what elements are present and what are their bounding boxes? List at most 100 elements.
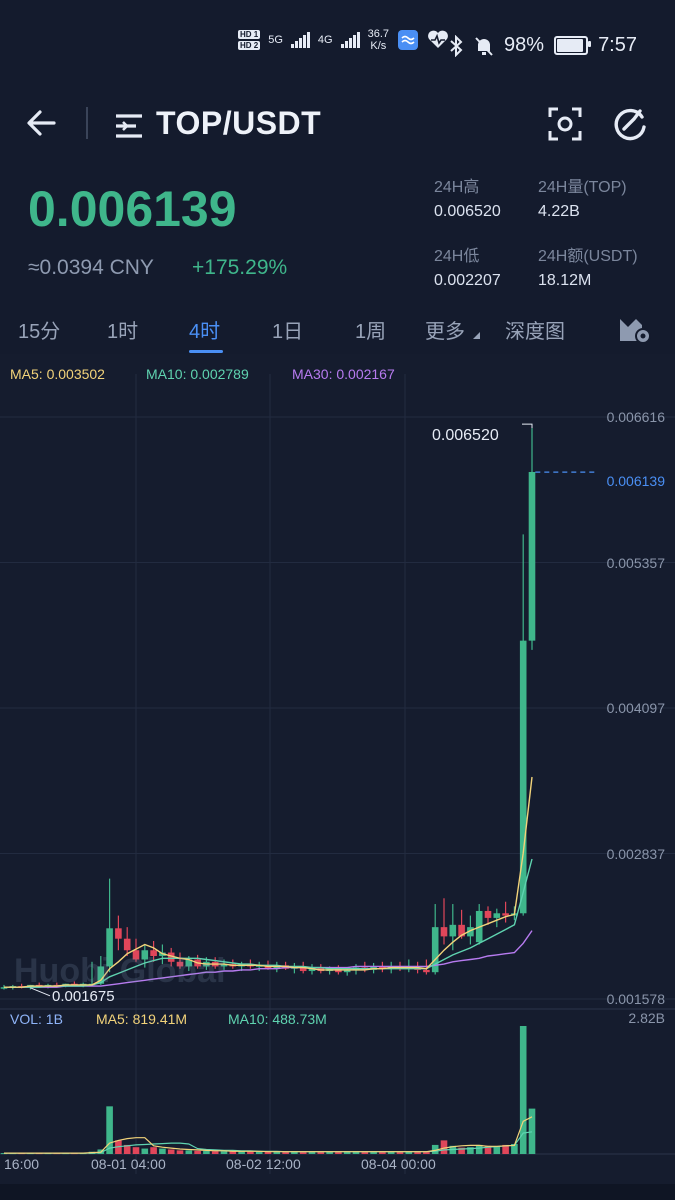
volume-bar — [255, 1151, 263, 1154]
hd-badge: HD 1 HD 2 — [238, 30, 261, 50]
stat-24h-low: 24H低 0.002207 — [434, 242, 501, 290]
volume-bar — [159, 1148, 166, 1154]
battery-percent: 98% — [504, 34, 545, 56]
stat-label: 24H低 — [434, 248, 480, 265]
tab-15m[interactable]: 15分 — [18, 315, 60, 344]
stat-24h-volume: 24H量(TOP) 4.22B — [538, 173, 627, 221]
volume-bar — [150, 1147, 157, 1154]
back-button[interactable] — [24, 105, 64, 145]
active-tab-indicator — [189, 350, 223, 353]
bottom-bar — [0, 1184, 675, 1200]
list-menu-icon — [116, 114, 142, 138]
y-tick-label: 0.004097 — [606, 700, 665, 716]
y-tick-label: 0.002837 — [606, 846, 665, 862]
legend-ma30: MA30: 0.002167 — [292, 366, 395, 382]
stat-label: 24H量(TOP) — [538, 179, 627, 196]
candle-body — [493, 913, 501, 918]
chart-settings-icon — [620, 319, 651, 344]
volume-bar — [220, 1151, 228, 1154]
tab-4h[interactable]: 4时 — [189, 315, 220, 344]
header: TOP/USDT — [0, 95, 675, 155]
bluetooth-icon — [450, 34, 463, 57]
legend-ma5: MA5: 0.003502 — [10, 366, 105, 382]
volume-bar — [203, 1150, 210, 1154]
interval-tabs: 15分 1时 4时 1日 1周 更多 深度图 — [0, 305, 675, 353]
x-tick-label: 16:00 — [4, 1156, 40, 1172]
stat-label: 24H高 — [434, 179, 480, 196]
scan-button[interactable] — [546, 105, 584, 143]
legend-vol-ma5: MA5: 819.41M — [96, 1011, 188, 1027]
triangle-down-icon — [472, 332, 480, 339]
last-price: 0.006139 — [28, 181, 237, 237]
hd2-badge: HD 2 — [238, 41, 261, 50]
legend-vol: VOL: 1B — [10, 1011, 63, 1027]
kline-svg — [0, 374, 675, 1174]
volume-bar — [132, 1147, 140, 1154]
battery-icon — [554, 36, 592, 55]
battery-level-fill — [557, 39, 583, 52]
scan-icon — [548, 107, 582, 141]
candle-body — [440, 927, 448, 937]
candle-body — [449, 924, 457, 937]
volume-bar — [185, 1150, 193, 1154]
volume-max-label: 2.82B — [628, 1010, 665, 1026]
candle-body — [423, 969, 430, 973]
pair-list-button[interactable] — [114, 113, 144, 139]
volume-bar — [141, 1148, 149, 1154]
volume-bar — [475, 1144, 483, 1154]
back-arrow-icon — [27, 110, 56, 136]
legend-ma10: MA10: 0.002789 — [146, 366, 249, 382]
y-tick-label: 0.006616 — [606, 409, 665, 425]
price-change: +175.29% — [192, 256, 288, 279]
stat-value: 4.22B — [538, 203, 580, 220]
status-right: 98% 7:57 — [448, 34, 637, 57]
kline-chart[interactable]: Huobi Global MA5: 0.003502 MA10: 0.00278… — [0, 354, 675, 1200]
stat-value: 0.002207 — [434, 272, 501, 289]
signal1-icon — [290, 32, 310, 48]
sim2-label: 4G — [317, 34, 333, 46]
status-left: HD 1 HD 2 5G 4G 36.7 K/s — [238, 28, 449, 52]
status-bar: HD 1 HD 2 5G 4G 36.7 K/s 98% 7:57 — [0, 0, 675, 95]
price-cny: ≈0.0394 CNY — [28, 256, 154, 279]
high-marker-label: 0.006520 — [432, 427, 499, 444]
candle-body — [528, 471, 536, 641]
volume-ma10-line — [4, 1131, 533, 1154]
x-tick-label: 08-02 12:00 — [226, 1156, 301, 1172]
stat-value: 0.006520 — [434, 203, 501, 220]
volume-bar — [194, 1150, 201, 1154]
candle-body — [115, 928, 122, 939]
stat-label: 24H额(USDT) — [538, 248, 638, 265]
candle-body — [484, 910, 492, 918]
low-marker-label: 0.001675 — [52, 988, 115, 1005]
current-price-label: 0.006139 — [606, 473, 665, 489]
tab-1h[interactable]: 1时 — [107, 315, 138, 344]
sim1-label: 5G — [268, 34, 283, 46]
y-tick-label: 0.005357 — [606, 555, 665, 571]
volume-bar — [106, 1106, 113, 1154]
volume-bar — [493, 1146, 501, 1154]
candle-body — [123, 938, 131, 951]
net-speed-unit: K/s — [370, 40, 387, 52]
x-tick-label: 08-01 04:00 — [91, 1156, 166, 1172]
candle-body — [502, 913, 509, 916]
stat-value: 18.12M — [538, 272, 592, 289]
net-speed-value: 36.7 — [367, 28, 390, 40]
tab-1d[interactable]: 1日 — [272, 315, 303, 344]
volume-bar — [528, 1108, 536, 1154]
chart-settings-button[interactable] — [618, 313, 652, 345]
refresh-button[interactable] — [610, 105, 650, 145]
refresh-icon — [614, 108, 646, 141]
clock: 7:57 — [598, 34, 637, 56]
volume-bar — [167, 1149, 175, 1154]
tab-1w[interactable]: 1周 — [355, 315, 386, 344]
volume-bar — [519, 1026, 527, 1154]
app-notification-icon — [398, 30, 419, 50]
stat-24h-amount: 24H额(USDT) 18.12M — [538, 242, 638, 290]
watermark: Huobi Global — [14, 952, 226, 990]
tab-more[interactable]: 更多 — [425, 315, 481, 344]
tab-depth[interactable]: 深度图 — [505, 315, 565, 344]
volume-bar — [247, 1151, 254, 1154]
pair-title[interactable]: TOP/USDT — [156, 105, 321, 142]
volume-bar — [176, 1150, 184, 1154]
hd1-badge: HD 1 — [238, 30, 261, 39]
